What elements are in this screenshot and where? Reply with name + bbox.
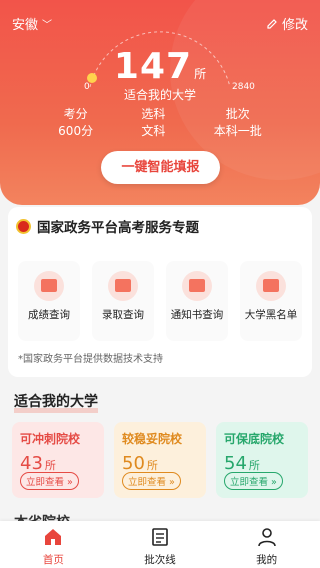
- range-min: 0: [84, 82, 90, 92]
- service-notice-query[interactable]: 通知书查询: [166, 261, 228, 341]
- notice-query-icon: [182, 271, 212, 301]
- service-label: 录取查询: [102, 309, 144, 321]
- tier-rush-card[interactable]: 可冲刺院校 43 所 立即查看 »: [12, 422, 104, 498]
- college-count-number: 147: [113, 46, 193, 87]
- stat-label: 批次: [225, 107, 250, 121]
- province-label: 安徽: [12, 18, 39, 33]
- tier-unit: 所: [146, 459, 158, 472]
- service-label: 通知书查询: [170, 309, 224, 321]
- nav-home[interactable]: 首页: [0, 521, 107, 568]
- suitable-tiers: 可冲刺院校 43 所 立即查看 » 较稳妥院校 50 所 立即查看 » 可保底院校 …: [12, 422, 308, 498]
- service-label: 成绩查询: [28, 309, 70, 321]
- view-now-button[interactable]: 立即查看 »: [224, 472, 283, 490]
- document-icon: [152, 528, 168, 546]
- smart-fill-button[interactable]: 一键智能填报: [101, 151, 220, 184]
- gov-title-text: 国家政务平台高考服务专题: [37, 220, 199, 236]
- province-selector[interactable]: 安徽 ﹀: [12, 14, 52, 33]
- nav-batch-line[interactable]: 批次线: [107, 521, 214, 568]
- gov-note: *国家政务平台提供数据技术支持: [18, 354, 163, 365]
- service-admission-query[interactable]: 录取查询: [92, 261, 154, 341]
- bottom-nav: 首页 批次线 我的: [0, 521, 320, 568]
- college-count: 147 所: [0, 46, 320, 87]
- tier-unit: 所: [248, 459, 260, 472]
- stat-value: 600分: [58, 124, 94, 138]
- service-score-query[interactable]: 成绩查询: [18, 261, 80, 341]
- tier-unit: 所: [44, 459, 56, 472]
- score-query-icon: [34, 271, 64, 301]
- college-count-unit: 所: [194, 67, 207, 81]
- tier-count: 54: [224, 453, 247, 474]
- tier-name: 可保底院校: [224, 432, 285, 446]
- blacklist-icon: [256, 271, 286, 301]
- tier-name: 可冲刺院校: [20, 432, 81, 446]
- stat-value: 本科一批: [213, 124, 262, 138]
- hero-header: 安徽 ﹀ 修改 147 所 适合我的大学 0 2840 考分 600分 选科 文科…: [0, 0, 320, 205]
- stat-label: 选科: [141, 107, 166, 121]
- stat-subject: 选科 文科: [141, 106, 165, 140]
- admission-query-icon: [108, 271, 138, 301]
- suitable-section-title: 适合我的大学: [14, 391, 98, 413]
- edit-icon: [267, 18, 277, 29]
- tier-safe-card[interactable]: 可保底院校 54 所 立即查看 »: [216, 422, 308, 498]
- service-label: 大学黑名单: [244, 309, 298, 321]
- chevron-down-icon: ﹀: [42, 20, 53, 31]
- gov-service-title: 国家政务平台高考服务专题: [16, 216, 199, 236]
- edit-label: 修改: [281, 18, 308, 33]
- tier-count: 50: [122, 453, 145, 474]
- tier-stable-card[interactable]: 较稳妥院校 50 所 立即查看 »: [114, 422, 206, 498]
- tier-name: 较稳妥院校: [122, 432, 183, 446]
- person-icon: [257, 528, 276, 547]
- nav-label: 我的: [256, 554, 278, 566]
- stat-label: 考分: [63, 107, 88, 121]
- nav-mine[interactable]: 我的: [213, 521, 320, 568]
- score-stats: 考分 600分 选科 文科 批次 本科一批: [0, 106, 320, 140]
- view-now-button[interactable]: 立即查看 »: [122, 472, 181, 490]
- stat-score: 考分 600分: [58, 106, 93, 140]
- service-blacklist[interactable]: 大学黑名单: [240, 261, 302, 341]
- national-emblem-icon: [16, 218, 31, 234]
- college-count-caption: 适合我的大学: [123, 88, 196, 102]
- view-now-button[interactable]: 立即查看 »: [20, 472, 79, 490]
- tier-count: 43: [20, 453, 43, 474]
- nav-label: 批次线: [144, 554, 176, 566]
- gov-service-card: 国家政务平台高考服务专题 成绩查询 录取查询 通知书查询 大学黑名单 *国家政务…: [8, 207, 312, 377]
- stat-value: 文科: [141, 124, 166, 138]
- home-icon: [45, 529, 62, 545]
- stat-batch: 批次 本科一批: [214, 106, 262, 140]
- nav-label: 首页: [42, 554, 64, 566]
- range-max: 2840: [232, 82, 255, 92]
- edit-button[interactable]: 修改: [266, 14, 308, 33]
- gov-services: 成绩查询 录取查询 通知书查询 大学黑名单: [18, 261, 302, 341]
